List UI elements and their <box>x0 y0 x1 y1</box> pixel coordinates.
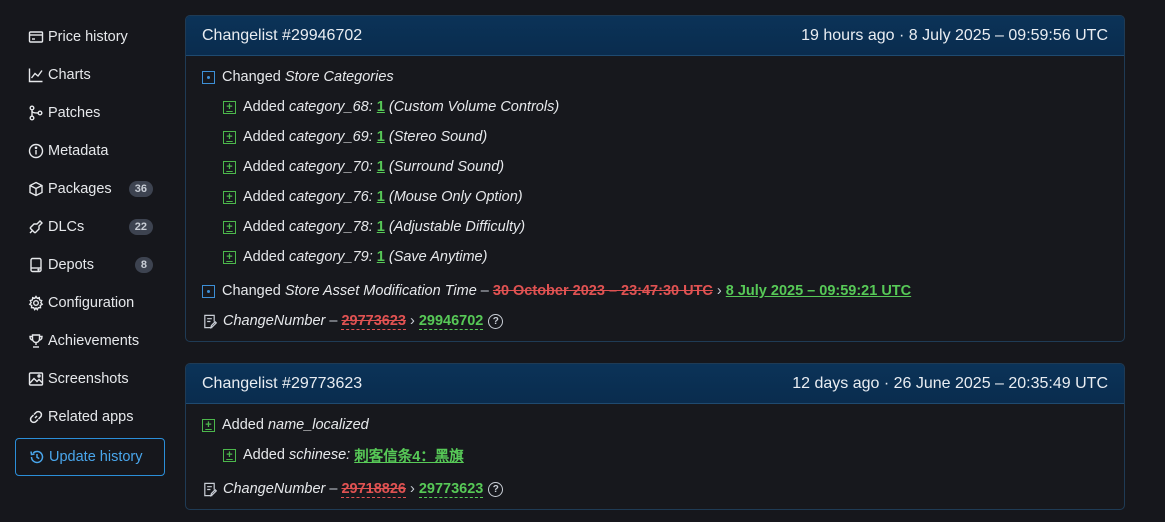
added-value: 刺客信条4：黑旗 <box>354 448 464 465</box>
added-value: 8 July 2025 – 09:59:21 UTC <box>725 283 912 299</box>
changelist-header: Changelist #29946702 19 hours ago · 8 Ju… <box>186 16 1124 56</box>
added-icon: + <box>223 220 236 234</box>
sidebar-item-related-apps[interactable]: Related apps <box>15 398 165 436</box>
added-value: 1 <box>376 219 385 235</box>
list-item: + Added category_78: 1 (Adjustable Diffi… <box>202 212 1108 242</box>
count-badge: 36 <box>128 181 153 197</box>
sidebar-item-achievements[interactable]: Achievements <box>15 322 165 360</box>
changelist-time: 19 hours ago · 8 July 2025 – 09:59:56 UT… <box>801 26 1108 44</box>
added-icon: + <box>223 130 236 144</box>
added-icon: + <box>202 418 215 432</box>
document-edit-icon <box>204 314 217 329</box>
added-icon: + <box>223 448 236 462</box>
info-icon <box>27 142 45 160</box>
sidebar-item-label: Update history <box>49 449 143 465</box>
sidebar-item-label: Patches <box>48 105 101 121</box>
sidebar-item-label: Depots <box>48 257 94 273</box>
new-changenumber-link[interactable]: 29946702 <box>418 313 484 330</box>
package-icon <box>27 180 45 198</box>
help-icon[interactable]: ? <box>488 313 504 329</box>
sidebar: Price history Charts Patches Metadata Pa… <box>15 18 165 476</box>
changed-icon <box>202 70 215 84</box>
sidebar-item-label: Charts <box>48 67 91 83</box>
sidebar-item-price-history[interactable]: Price history <box>15 18 165 56</box>
count-badge: 8 <box>134 257 153 273</box>
changelist-body: + Added name_localized + Added schinese:… <box>186 404 1124 504</box>
depot-icon <box>27 256 45 274</box>
sidebar-item-label: Price history <box>48 29 128 45</box>
added-value: 1 <box>376 159 385 175</box>
trophy-icon <box>27 332 45 350</box>
changenumber-row: ChangeNumber – 29773623 › 29946702 ? <box>202 306 1108 336</box>
change-section: + Added name_localized <box>202 410 1108 440</box>
sidebar-item-dlcs[interactable]: DLCs 22 <box>15 208 165 246</box>
added-icon: + <box>223 160 236 174</box>
sidebar-item-label: Achievements <box>48 333 140 349</box>
chart-icon <box>27 66 45 84</box>
help-icon[interactable]: ? <box>488 481 504 497</box>
sidebar-item-depots[interactable]: Depots 8 <box>15 246 165 284</box>
list-item: + Added schinese: 刺客信条4：黑旗 <box>202 440 1108 470</box>
old-changenumber-link[interactable]: 29773623 <box>341 313 406 330</box>
sidebar-item-label: Packages <box>48 181 112 197</box>
old-changenumber-link[interactable]: 29718826 <box>341 481 406 498</box>
changelist-card: Changelist #29773623 12 days ago · 26 Ju… <box>185 363 1125 510</box>
added-icon: + <box>223 100 236 114</box>
sidebar-item-configuration[interactable]: Configuration <box>15 284 165 322</box>
gear-icon <box>27 294 45 312</box>
added-value: 1 <box>376 249 385 265</box>
sidebar-item-screenshots[interactable]: Screenshots <box>15 360 165 398</box>
sidebar-item-label: Configuration <box>48 295 135 311</box>
changelist-header: Changelist #29773623 12 days ago · 26 Ju… <box>186 364 1124 404</box>
changelist-card: Changelist #29946702 19 hours ago · 8 Ju… <box>185 15 1125 342</box>
sidebar-item-label: DLCs <box>48 219 85 235</box>
sidebar-item-label: Screenshots <box>48 371 129 387</box>
count-badge: 22 <box>128 219 153 235</box>
added-icon: + <box>223 190 236 204</box>
document-edit-icon <box>204 482 217 497</box>
added-value: 1 <box>376 189 385 205</box>
sidebar-item-update-history[interactable]: Update history <box>15 438 165 476</box>
list-item: + Added category_70: 1 (Surround Sound) <box>202 152 1108 182</box>
added-icon: + <box>223 250 236 264</box>
sidebar-item-charts[interactable]: Charts <box>15 56 165 94</box>
new-changenumber-link[interactable]: 29773623 <box>418 481 484 498</box>
change-section: Changed Store Categories <box>202 62 1108 92</box>
list-item: + Added category_68: 1 (Custom Volume Co… <box>202 92 1108 122</box>
price-history-icon <box>27 28 45 46</box>
sidebar-item-patches[interactable]: Patches <box>15 94 165 132</box>
history-icon <box>28 448 46 466</box>
patches-icon <box>27 104 45 122</box>
list-item: + Added category_69: 1 (Stereo Sound) <box>202 122 1108 152</box>
changenumber-row: ChangeNumber – 29718826 › 29773623 ? <box>202 474 1108 504</box>
sidebar-item-packages[interactable]: Packages 36 <box>15 170 165 208</box>
sidebar-item-label: Related apps <box>48 409 134 425</box>
sidebar-item-label: Metadata <box>48 143 109 159</box>
added-value: 1 <box>376 99 385 115</box>
added-value: 1 <box>376 129 385 145</box>
change-section: Changed Store Asset Modification Time – … <box>202 276 1108 306</box>
changed-icon <box>202 284 215 298</box>
list-item: + Added category_76: 1 (Mouse Only Optio… <box>202 182 1108 212</box>
changelist-title[interactable]: Changelist #29946702 <box>202 27 362 45</box>
changelist-time: 12 days ago · 26 June 2025 – 20:35:49 UT… <box>792 374 1108 392</box>
list-item: + Added category_79: 1 (Save Anytime) <box>202 242 1108 272</box>
changelist-title[interactable]: Changelist #29773623 <box>202 375 362 393</box>
image-icon <box>27 370 45 388</box>
link-icon <box>27 408 45 426</box>
changelist-body: Changed Store Categories + Added categor… <box>186 56 1124 336</box>
removed-value: 30 October 2023 – 23:47:30 UTC <box>492 283 713 299</box>
dlc-icon <box>27 218 45 236</box>
sidebar-item-metadata[interactable]: Metadata <box>15 132 165 170</box>
